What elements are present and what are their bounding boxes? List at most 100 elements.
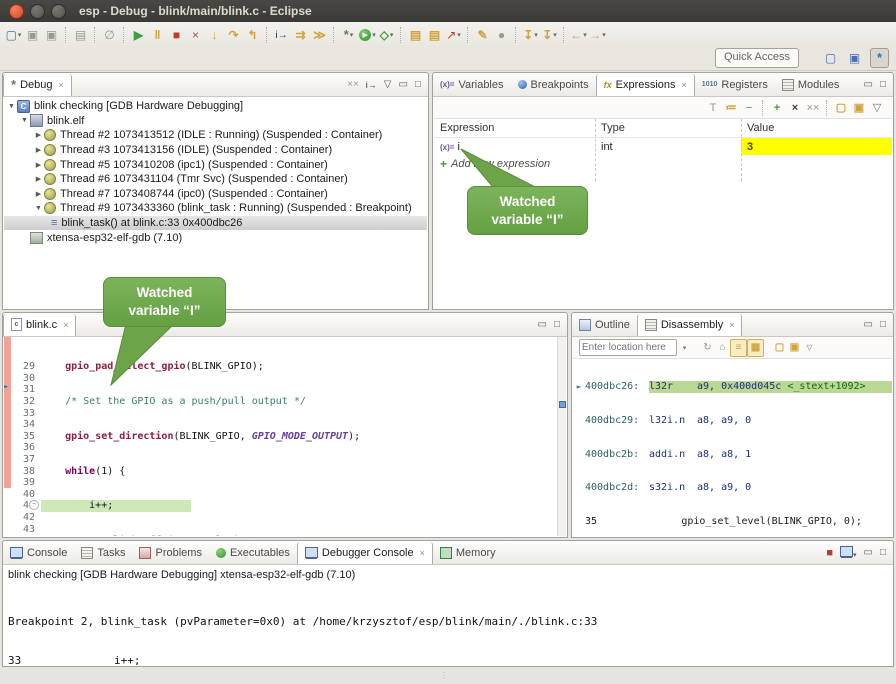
minimize-view-icon[interactable]: ▭	[399, 79, 408, 90]
forward-history-button[interactable]: →▾	[589, 26, 606, 44]
tree-item-gdb[interactable]: xtensa-esp32-elf-gdb (7.10)	[4, 230, 427, 245]
expand-icon[interactable]: ▶	[33, 131, 44, 139]
tab-modules[interactable]: Modules	[775, 74, 847, 96]
tab-console[interactable]: Console	[3, 542, 74, 564]
show-symbols-toggle-icon[interactable]: ▦	[747, 339, 764, 357]
pin-editor-button[interactable]: ↧▾	[522, 26, 539, 44]
minimize-window-icon[interactable]	[30, 4, 45, 19]
code-line[interactable]: /* Blink off (output low) */	[41, 535, 557, 536]
disconnect-button[interactable]: ×	[187, 26, 204, 44]
add-expression-icon[interactable]: +	[769, 100, 785, 116]
tab-variables[interactable]: (x)=Variables	[433, 74, 511, 96]
terminate-button[interactable]: ■	[168, 26, 185, 44]
show-source-toggle-icon[interactable]: ≡	[730, 339, 747, 357]
expand-icon[interactable]: ▶	[33, 175, 44, 183]
expand-icon[interactable]: ▼	[6, 103, 17, 110]
add-new-expression-row[interactable]: + Add new expression	[434, 155, 892, 172]
expand-icon[interactable]: ▶	[33, 161, 44, 169]
close-icon[interactable]: ×	[729, 320, 734, 330]
sash-grip-icon[interactable]: ⋮	[440, 671, 449, 680]
profile-button[interactable]: ●	[493, 26, 510, 44]
expand-icon[interactable]: ▼	[33, 205, 44, 212]
save-all-button[interactable]: ▣	[43, 26, 60, 44]
code-line[interactable]: gpio_set_direction(BLINK_GPIO, GPIO_MODE…	[41, 431, 557, 443]
collapse-all-icon[interactable]: −	[741, 100, 757, 116]
remove-all-terminated-icon[interactable]: ××	[347, 79, 359, 90]
maximize-view-icon[interactable]: □	[880, 547, 886, 558]
view-menu-icon[interactable]: ▽	[384, 79, 392, 90]
annotation-ruler[interactable]	[4, 337, 11, 488]
tab-disassembly[interactable]: Disassembly×	[637, 314, 743, 336]
tab-debug[interactable]: * Debug ×	[3, 74, 72, 96]
close-icon[interactable]: ×	[58, 80, 63, 90]
show-logical-structure-icon[interactable]: ≔	[723, 100, 739, 116]
code-line[interactable]: gpio_pad_select_gpio(BLINK_GPIO);	[41, 361, 557, 373]
minimize-view-icon[interactable]: ▭	[864, 319, 873, 330]
location-input[interactable]	[579, 339, 677, 356]
step-mode-button[interactable]: ⇉	[292, 26, 309, 44]
home-icon[interactable]: ⌂	[715, 340, 730, 356]
maximize-view-icon[interactable]: □	[880, 79, 886, 90]
editor-content[interactable]: ► 2930313233343536373839404142434445 − g…	[4, 337, 566, 536]
back-history-button[interactable]: ←▾	[570, 26, 587, 44]
breakpoint-hit-icon[interactable]: ►	[4, 383, 8, 392]
maximize-window-icon[interactable]	[51, 4, 66, 19]
close-icon[interactable]: ×	[420, 548, 425, 558]
show-type-names-icon[interactable]: T	[705, 100, 721, 116]
minimize-view-icon[interactable]: ▭	[538, 319, 547, 330]
breakpoint-marker[interactable]	[559, 401, 566, 408]
instruction-stepping-button[interactable]: i→	[273, 26, 290, 44]
maximize-view-icon[interactable]: □	[554, 319, 560, 330]
run-launch-button[interactable]: ▶▾	[359, 26, 376, 44]
refresh-icon[interactable]: ↻	[700, 340, 715, 356]
tree-item-thread5[interactable]: ▶Thread #5 1073410208 (ipc1) (Suspended …	[4, 157, 427, 172]
trace-button[interactable]: ≫	[311, 26, 328, 44]
display-console-icon[interactable]: ▾	[840, 546, 857, 560]
tree-item-thread6[interactable]: ▶Thread #6 1073431104 (Tmr Svc) (Suspend…	[4, 172, 427, 187]
column-divider[interactable]	[741, 119, 742, 181]
close-window-icon[interactable]	[9, 4, 24, 19]
tab-blink-c[interactable]: c blink.c ×	[3, 314, 76, 336]
tab-expressions[interactable]: fxExpressions×	[596, 74, 695, 96]
tree-item-stack-frame[interactable]: ≡blink_task() at blink.c:33 0x400dbc26	[4, 216, 427, 231]
brush-button[interactable]: ✎	[474, 26, 491, 44]
open-view-icon[interactable]: ▣	[851, 100, 867, 116]
tab-tasks[interactable]: Tasks	[74, 542, 132, 564]
column-value[interactable]: Value	[741, 122, 892, 134]
tree-item-thread2[interactable]: ▶Thread #2 1073413512 (IDLE : Running) (…	[4, 128, 427, 143]
tree-item-thread3[interactable]: ▶Thread #3 1073413156 (IDLE) (Suspended …	[4, 143, 427, 158]
debug-launch-button[interactable]: *▾	[340, 26, 357, 44]
maximize-view-icon[interactable]: □	[415, 79, 421, 90]
code-line[interactable]: /* Set the GPIO as a push/pull output */	[41, 396, 557, 408]
tab-breakpoints[interactable]: Breakpoints	[511, 74, 596, 96]
view-menu-icon[interactable]: ▽	[869, 100, 885, 116]
minimize-view-icon[interactable]: ▭	[864, 547, 873, 558]
disasm-line[interactable]: 400dbc29:l32i.na8, a9, 0	[573, 415, 892, 426]
resume-button[interactable]: ▶	[130, 26, 147, 44]
tree-item-elf[interactable]: ▼blink.elf	[4, 114, 427, 129]
open-perspective-icon[interactable]: ▢	[822, 49, 839, 67]
close-icon[interactable]: ×	[63, 320, 68, 330]
disassembly-content[interactable]: ►400dbc26:l32ra9, 0x400d045c <_stext+109…	[573, 359, 892, 536]
close-icon[interactable]: ×	[682, 80, 687, 90]
tree-item-thread7[interactable]: ▶Thread #7 1073408744 (ipc0) (Suspended …	[4, 187, 427, 202]
console-content[interactable]: blink checking [GDB Hardware Debugging] …	[4, 565, 892, 665]
column-type[interactable]: Type	[595, 122, 741, 134]
tab-registers[interactable]: 1010Registers	[695, 74, 775, 96]
new-expressions-view-icon[interactable]: ▢	[833, 100, 849, 116]
link-editor-button[interactable]: ↧▾	[541, 26, 558, 44]
code-line[interactable]: while(1) {	[41, 466, 557, 478]
code-line-current[interactable]: i++;	[41, 500, 557, 512]
open-folder-button[interactable]: ▤	[407, 26, 424, 44]
expand-icon[interactable]: ▶	[33, 190, 44, 198]
remove-expression-icon[interactable]: ×	[787, 100, 803, 116]
skip-all-breakpoints-button[interactable]: ∅	[101, 26, 118, 44]
open-project-button[interactable]: ▤	[426, 26, 443, 44]
tree-item-launch[interactable]: ▼Cblink checking [GDB Hardware Debugging…	[4, 99, 427, 114]
step-over-button[interactable]: ↷	[225, 26, 242, 44]
open-view-icon[interactable]: ▣	[787, 340, 802, 356]
terminate-console-icon[interactable]: ■	[826, 547, 833, 559]
code-area[interactable]: gpio_pad_select_gpio(BLINK_GPIO); /* Set…	[41, 338, 557, 536]
new-wizard-button[interactable]: ▢▾	[5, 26, 22, 44]
overview-ruler[interactable]	[557, 337, 566, 536]
